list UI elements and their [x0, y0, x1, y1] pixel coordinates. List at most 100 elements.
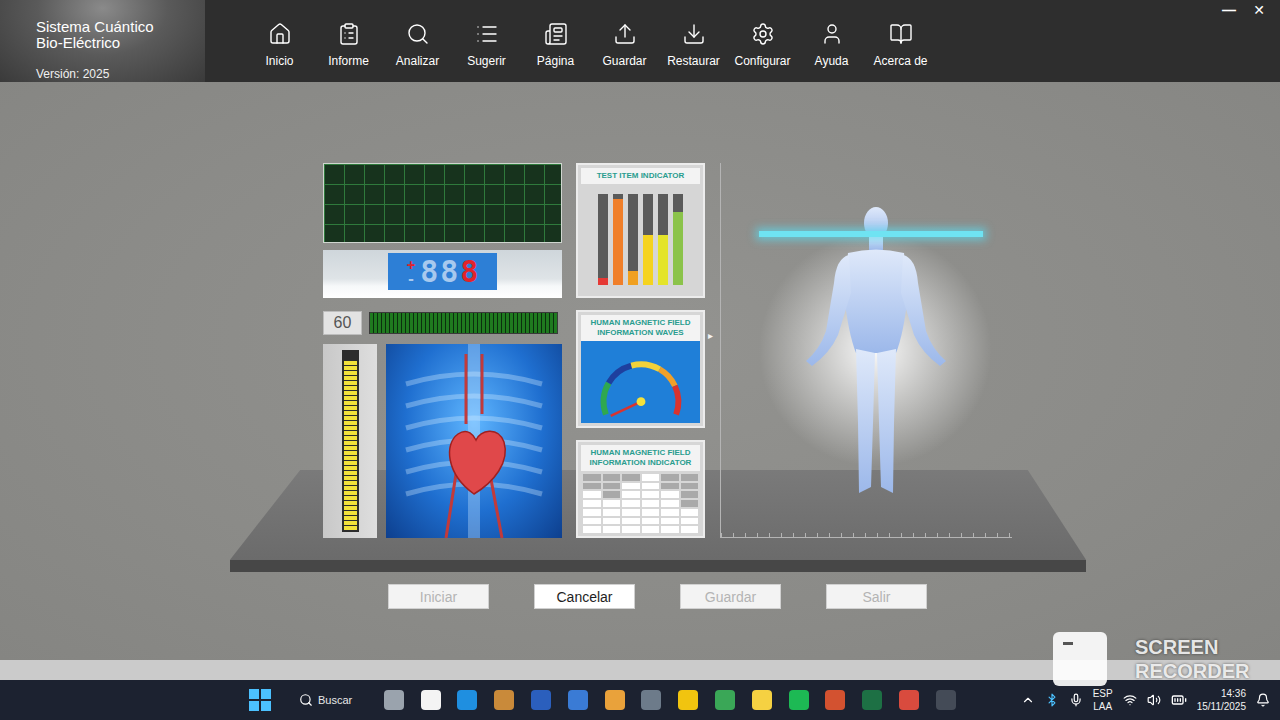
language-indicator[interactable]: ESPLAA: [1093, 687, 1113, 713]
taskbar: Buscar ESPLAA 14:3615/11/2025: [0, 680, 1280, 720]
cell: [642, 474, 660, 481]
cell: [583, 500, 601, 507]
volume-icon[interactable]: [1147, 693, 1161, 707]
recorder-icon: [1053, 632, 1107, 686]
cell: [583, 526, 601, 533]
taskbar-app-icon[interactable]: [531, 690, 551, 710]
toolbar-item[interactable]: Analizar: [383, 22, 452, 82]
toolbar-item[interactable]: Configurar: [728, 22, 797, 82]
taskbar-app-icon[interactable]: [605, 690, 625, 710]
wifi-icon[interactable]: [1123, 693, 1137, 707]
left-panels: +-888 60: [323, 163, 562, 538]
toolbar-item-icon: [544, 22, 568, 46]
taskbar-app-icon[interactable]: [641, 690, 661, 710]
cell: [622, 474, 640, 481]
panel-title: TEST ITEM INDICATOR: [581, 168, 700, 184]
cell: [642, 518, 660, 525]
taskbar-app-icon[interactable]: [936, 690, 956, 710]
taskbar-app-icon[interactable]: [825, 690, 845, 710]
timer-row: 60: [323, 311, 562, 335]
body-scan-chart: [720, 163, 1012, 538]
taskbar-app-icon[interactable]: [678, 690, 698, 710]
cell: [622, 526, 640, 533]
cell: [661, 474, 679, 481]
cell-column: [661, 474, 679, 533]
taskbar-app-icon[interactable]: [899, 690, 919, 710]
taskbar-app-icon[interactable]: [421, 690, 441, 710]
cell: [583, 491, 601, 498]
action-button[interactable]: Cancelar: [534, 584, 635, 609]
cell: [622, 509, 640, 516]
notification-icon[interactable]: [1256, 693, 1270, 707]
battery-icon[interactable]: [1171, 692, 1187, 708]
toolbar-item[interactable]: Acerca de: [866, 22, 935, 82]
level-meter-fill: [344, 361, 357, 530]
toolbar-item-label: Acerca de: [873, 54, 927, 68]
toolbar-item-icon: [337, 22, 361, 46]
chevron-up-icon[interactable]: [1021, 693, 1035, 707]
taskbar-app-icon[interactable]: [789, 690, 809, 710]
toolbar-item-label: Analizar: [396, 54, 439, 68]
action-button[interactable]: Iniciar: [388, 584, 489, 609]
taskbar-app-icon[interactable]: [752, 690, 772, 710]
cell: [622, 491, 640, 498]
toolbar-item-icon: [406, 22, 430, 46]
toolbar-item-icon: [751, 22, 775, 46]
toolbar-item[interactable]: Ayuda: [797, 22, 866, 82]
led-display: +-888: [388, 253, 497, 290]
taskbar-app-icon[interactable]: [862, 690, 882, 710]
toolbar-item-icon: [613, 22, 637, 46]
expand-glyph[interactable]: ▸: [708, 330, 717, 341]
led-digit: 8: [420, 257, 438, 287]
toolbar-item[interactable]: Restaurar: [659, 22, 728, 82]
mic-icon[interactable]: [1069, 693, 1083, 707]
system-tray: ESPLAA 14:3615/11/2025: [1021, 687, 1280, 713]
taskbar-app-icon[interactable]: [384, 690, 404, 710]
level-meter-track: [342, 350, 359, 532]
brand: Sistema CuánticoBio-EléctricoVersión: 20…: [0, 0, 205, 82]
toolbar-item-icon: [682, 22, 706, 46]
toolbar-item[interactable]: Informe: [314, 22, 383, 82]
taskbar-app-icon[interactable]: [568, 690, 588, 710]
gauge-area: [581, 341, 700, 423]
indicator-bar-fill: [598, 278, 608, 285]
cell: [642, 509, 660, 516]
taskbar-app-icon[interactable]: [457, 690, 477, 710]
bars-area: [581, 184, 700, 293]
scan-line: [759, 231, 983, 237]
taskbar-app-icon[interactable]: [494, 690, 514, 710]
cell: [661, 483, 679, 490]
cell-column: [583, 474, 601, 533]
timer-progress-fill: [370, 313, 557, 333]
start-button[interactable]: [249, 689, 271, 711]
window-controls: —✕: [1220, 0, 1280, 18]
toolbar-item-label: Configurar: [734, 54, 790, 68]
toolbar-item[interactable]: Sugerir: [452, 22, 521, 82]
cell: [603, 500, 621, 507]
toolbar-item[interactable]: Página: [521, 22, 590, 82]
test-item-indicator: TEST ITEM INDICATOR: [576, 163, 705, 298]
action-button[interactable]: Salir: [826, 584, 927, 609]
toolbar: InicioInforme Analizar SugerirPáginaGuarda…: [205, 0, 935, 82]
cell: [583, 518, 601, 525]
main-area: +-888 60 TEST ITEM INDICATORHUMAN MAGNETIC…: [0, 82, 1280, 660]
taskbar-app-icon[interactable]: [715, 690, 735, 710]
cell: [681, 483, 699, 490]
indicator-bar: [643, 194, 653, 285]
indicator-column: TEST ITEM INDICATORHUMAN MAGNETIC FIELD …: [576, 163, 705, 538]
cell: [661, 491, 679, 498]
indicator-bar-fill: [673, 212, 683, 285]
clock[interactable]: 14:3615/11/2025: [1197, 687, 1246, 713]
recorder-watermark: SCREENRECORDER: [1053, 632, 1249, 686]
bluetooth-icon[interactable]: [1045, 693, 1059, 707]
window-control-button[interactable]: —: [1220, 2, 1238, 18]
action-button[interactable]: Guardar: [680, 584, 781, 609]
window-control-button[interactable]: ✕: [1250, 2, 1268, 18]
axis-ticks: [721, 533, 1012, 537]
taskbar-search[interactable]: Buscar: [289, 685, 367, 715]
toolbar-item[interactable]: Inicio: [245, 22, 314, 82]
toolbar-item-icon: [820, 22, 844, 46]
toolbar-item[interactable]: Guardar: [590, 22, 659, 82]
cell: [661, 526, 679, 533]
indicator-bar: [658, 194, 668, 285]
